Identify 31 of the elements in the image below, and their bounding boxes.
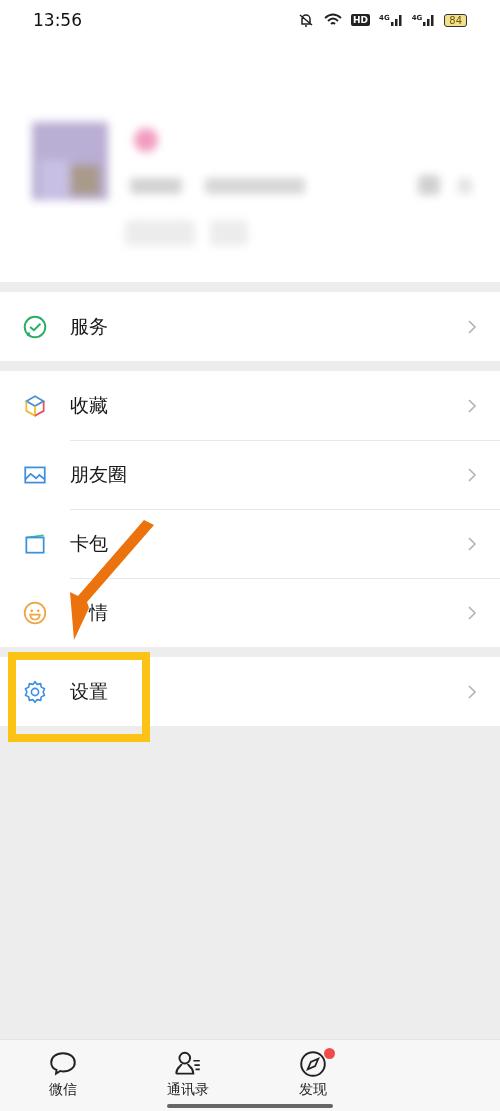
chevron-right-icon — [466, 397, 478, 414]
menu-item[interactable]: 设置 — [0, 657, 500, 726]
menu-item[interactable]: 朋友圈 — [0, 440, 500, 509]
hd-badge: HD — [351, 14, 370, 26]
status-time: 13:56 — [33, 10, 82, 30]
menu-label: 收藏 — [70, 393, 108, 416]
chevron-right-icon — [466, 318, 478, 335]
menu-label: 朋友圈 — [70, 462, 127, 485]
signal-icon — [390, 14, 403, 26]
menu-label: 设置 — [70, 679, 108, 702]
tab-bar-item[interactable]: 微信 — [0, 1040, 125, 1111]
menu-label: 卡包 — [70, 531, 108, 554]
smiley-icon — [22, 599, 48, 626]
compass-icon — [297, 1049, 328, 1079]
menu-label: 服务 — [70, 314, 108, 337]
bell-muted-icon — [297, 12, 315, 28]
wifi-icon — [324, 13, 342, 27]
chevron-right-icon — [466, 535, 478, 552]
signal-icon — [423, 14, 436, 26]
menu-item[interactable]: 服务 — [0, 292, 500, 361]
tab-bar-item[interactable]: 通讯录 — [125, 1040, 250, 1111]
menu-item[interactable]: 情 — [0, 578, 500, 647]
chevron-right-icon — [466, 604, 478, 621]
menu-label: 情 — [89, 600, 108, 623]
battery-level: 84 — [444, 13, 467, 27]
check-circle-icon — [22, 313, 48, 340]
chevron-right-icon — [466, 466, 478, 483]
chevron-right-icon — [466, 683, 478, 700]
menu-item[interactable]: 卡包 — [0, 509, 500, 578]
settings-icon — [22, 678, 48, 705]
menu-item[interactable]: 收藏 — [0, 371, 500, 440]
